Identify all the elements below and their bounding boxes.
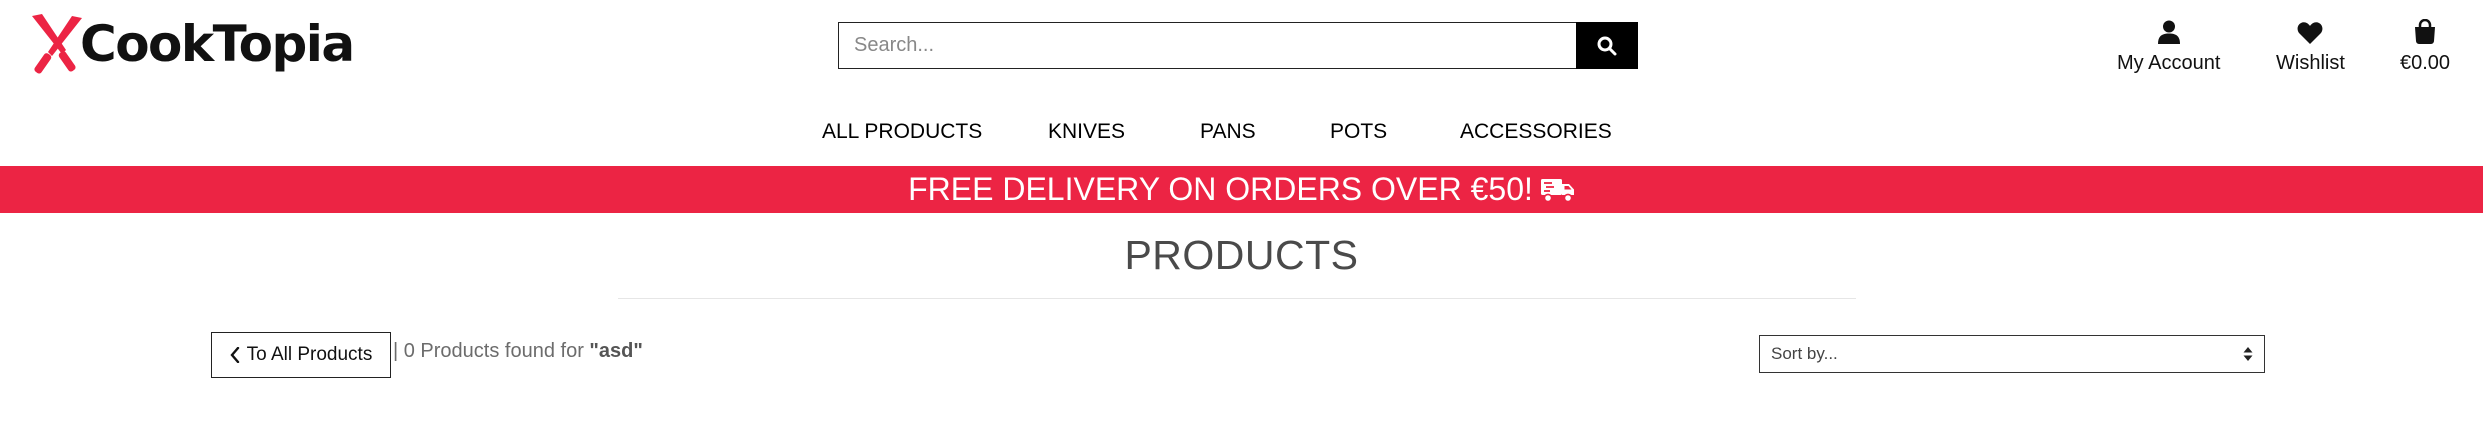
search-icon xyxy=(1597,36,1617,55)
crossed-knives-icon xyxy=(28,14,86,74)
back-button-label: To All Products xyxy=(246,344,373,365)
heart-icon xyxy=(2298,22,2323,44)
search-input[interactable] xyxy=(838,22,1576,69)
my-account-link[interactable]: My Account xyxy=(2117,16,2220,76)
main-nav: ALL PRODUCTS KNIVES PANS POTS ACCESSORIE… xyxy=(0,118,2483,148)
user-icon xyxy=(2157,20,2180,44)
brand-logo[interactable]: CookTopia xyxy=(28,14,355,74)
sort-selected-value: Sort by... xyxy=(1771,344,1838,363)
bag-total: €0.00 xyxy=(2400,52,2451,74)
nav-item-knives[interactable]: KNIVES xyxy=(1048,118,1125,146)
nav-item-pans[interactable]: PANS xyxy=(1200,118,1256,146)
page-title: PRODUCTS xyxy=(1124,232,1359,278)
shopping-bag-icon xyxy=(2415,19,2436,44)
wishlist-link[interactable]: Wishlist xyxy=(2276,16,2345,76)
nav-item-all-products[interactable]: ALL PRODUCTS xyxy=(822,118,982,146)
search-bar xyxy=(838,22,1638,69)
title-divider xyxy=(618,298,1856,299)
my-account-label: My Account xyxy=(2117,52,2221,74)
search-query: "asd" xyxy=(589,340,643,362)
chevron-left-icon xyxy=(230,347,239,363)
search-button[interactable] xyxy=(1576,22,1638,69)
nav-item-pots[interactable]: POTS xyxy=(1330,118,1387,146)
free-delivery-banner: FREE DELIVERY ON ORDERS OVER €50! xyxy=(0,166,2483,213)
banner-text: FREE DELIVERY ON ORDERS OVER €50! xyxy=(908,171,1533,207)
sort-arrows-icon xyxy=(2243,347,2253,361)
nav-item-accessories[interactable]: ACCESSORIES xyxy=(1460,118,1612,146)
back-to-all-products-button[interactable]: To All Products xyxy=(211,332,391,378)
result-count-text: | 0 Products found for xyxy=(393,340,584,362)
brand-name: CookTopia xyxy=(80,15,355,73)
sort-select[interactable]: Sort by... xyxy=(1759,335,2265,373)
wishlist-label: Wishlist xyxy=(2276,52,2345,74)
result-count: | 0 Products found for "asd" xyxy=(393,340,643,363)
delivery-truck-icon xyxy=(1540,178,1574,202)
shopping-bag-link[interactable]: €0.00 xyxy=(2400,16,2450,76)
